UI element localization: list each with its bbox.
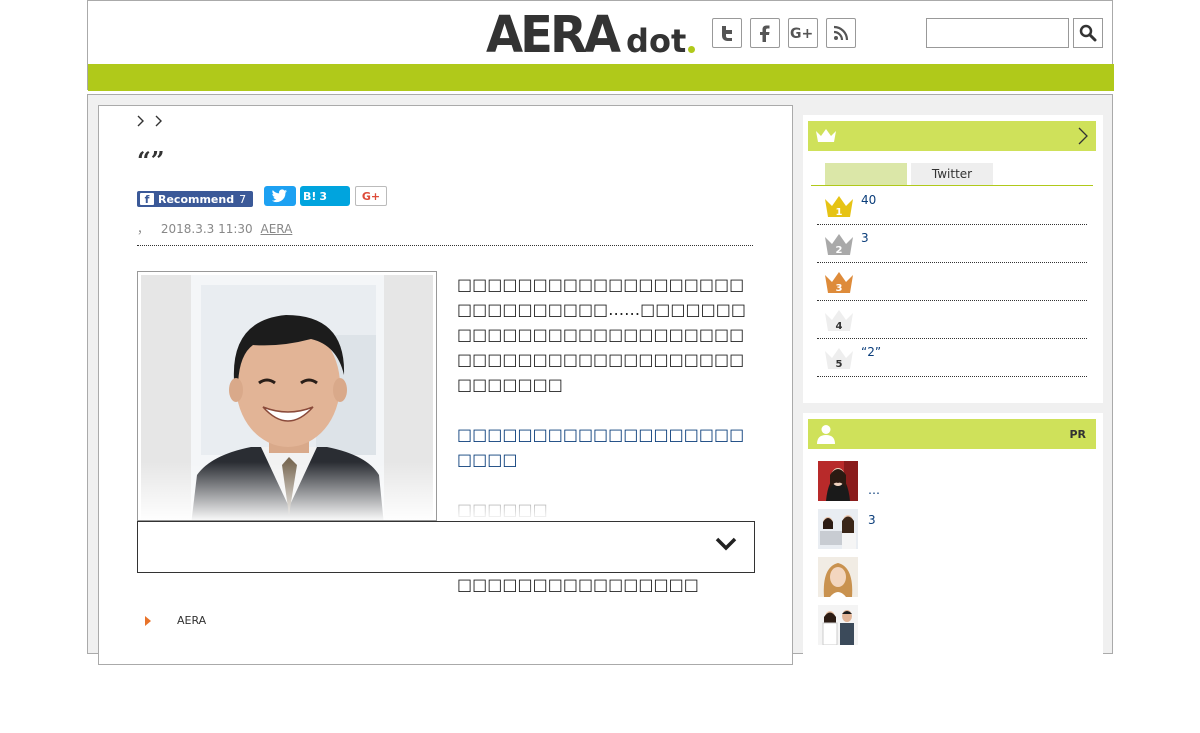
logo-dot-mark bbox=[688, 46, 696, 53]
ranking-item-title: “2” bbox=[861, 345, 882, 359]
pr-image bbox=[818, 461, 858, 501]
pr-image bbox=[818, 509, 858, 549]
tab-twitter-ranking[interactable]: Twitter bbox=[911, 163, 993, 185]
rss-button[interactable] bbox=[826, 18, 856, 48]
twitter-icon bbox=[722, 26, 732, 41]
facebook-recommend-button[interactable]: f Recommend 7 bbox=[137, 191, 253, 207]
svg-text:3: 3 bbox=[836, 283, 843, 294]
crown-icon: 5 bbox=[825, 348, 853, 370]
pr-header: PR bbox=[808, 419, 1096, 449]
page-frame: AERA dot G+ “” f Recommend 7 B! 3 G+ ， 2… bbox=[87, 0, 1114, 733]
pr-thumbnail[interactable] bbox=[818, 509, 858, 549]
person-icon bbox=[817, 425, 835, 444]
ranking-item[interactable]: 2 3 bbox=[817, 225, 1087, 263]
meta-prefix: ， bbox=[137, 222, 150, 236]
pr-image bbox=[818, 557, 858, 597]
tweet-button[interactable] bbox=[264, 186, 296, 206]
ranking-item[interactable]: 4 bbox=[817, 301, 1087, 339]
tab-access-ranking[interactable] bbox=[825, 163, 907, 185]
facebook-icon bbox=[760, 25, 770, 42]
crown-icon: 4 bbox=[825, 310, 853, 332]
logo-main-text: AERA bbox=[486, 5, 621, 65]
chevron-right-icon[interactable] bbox=[155, 115, 163, 127]
content-area: “” f Recommend 7 B! 3 G+ ， 2018.3.3 11:3… bbox=[87, 94, 1113, 733]
ranking-item[interactable]: 3 bbox=[817, 263, 1087, 301]
search-input[interactable] bbox=[926, 18, 1069, 48]
crown-icon bbox=[816, 129, 836, 142]
breadcrumb bbox=[137, 115, 163, 127]
article-paragraph: □□□□□□□□□□□□□□□□□□□□□□□□□□□□□……□□□□□□□□□… bbox=[457, 275, 746, 394]
pr-thumbnail[interactable] bbox=[818, 461, 858, 501]
svg-text:4: 4 bbox=[836, 321, 843, 332]
article-link-paragraph[interactable]: □□□□□□□□□□□□□□□□□□□□□□□ bbox=[457, 422, 757, 472]
google-plus-button[interactable]: G+ bbox=[788, 18, 818, 48]
silver-crown-icon: 2 bbox=[825, 234, 853, 256]
svg-text:5: 5 bbox=[836, 359, 843, 370]
hatena-bookmark-button[interactable]: B! 3 bbox=[300, 186, 350, 206]
publish-date: 2018.3.3 11:30 bbox=[160, 222, 253, 236]
pr-widget: PR … 3 bbox=[803, 413, 1103, 733]
article-title: “” bbox=[137, 146, 165, 175]
search-icon bbox=[1079, 24, 1097, 42]
rss-icon bbox=[833, 25, 849, 41]
facebook-recommend-label: Recommend bbox=[158, 192, 235, 206]
ranking-item-title: 3 bbox=[861, 231, 869, 245]
pr-item-title[interactable]: … bbox=[868, 483, 880, 497]
google-plus-share-button[interactable]: G+ bbox=[355, 186, 387, 206]
svg-text:G+: G+ bbox=[790, 26, 813, 41]
related-source-link[interactable]: AERA bbox=[145, 614, 206, 627]
facebook-button[interactable] bbox=[750, 18, 780, 48]
twitter-button[interactable] bbox=[712, 18, 742, 48]
pr-thumbnail[interactable] bbox=[818, 557, 858, 597]
site-header: AERA dot G+ bbox=[87, 0, 1114, 91]
chevron-down-icon bbox=[715, 537, 737, 551]
google-plus-icon: G+ bbox=[790, 26, 813, 41]
chevron-right-icon[interactable] bbox=[1078, 127, 1088, 145]
facebook-recommend-count: 7 bbox=[239, 192, 247, 206]
bronze-crown-icon: 3 bbox=[825, 272, 853, 294]
ranking-header bbox=[808, 121, 1096, 151]
related-source-label: AERA bbox=[177, 614, 207, 627]
source-link[interactable]: AERA bbox=[261, 222, 293, 236]
divider bbox=[137, 245, 753, 246]
hatena-bookmark-label: B! bbox=[303, 189, 317, 203]
pr-item-title[interactable]: 3 bbox=[868, 513, 876, 527]
article-photo bbox=[137, 271, 437, 521]
triangle-right-icon bbox=[145, 615, 151, 626]
pr-label: PR bbox=[1069, 428, 1086, 441]
ranking-item-title: 40 bbox=[861, 193, 877, 207]
header-accent-bar bbox=[88, 64, 1114, 91]
ranking-item[interactable]: 5 “2” bbox=[817, 339, 1087, 377]
article-panel: “” f Recommend 7 B! 3 G+ ， 2018.3.3 11:3… bbox=[98, 105, 793, 665]
search-button[interactable] bbox=[1073, 18, 1103, 48]
gold-crown-icon: 1 bbox=[825, 196, 853, 218]
svg-text:2: 2 bbox=[836, 245, 843, 256]
hatena-bookmark-count: 3 bbox=[319, 189, 328, 203]
site-logo[interactable]: AERA dot bbox=[486, 5, 696, 65]
ranking-widget: Twitter 1 40 2 3 3 4 5 “2” bbox=[803, 115, 1103, 403]
article-meta: ， 2018.3.3 11:30 AERA bbox=[137, 220, 292, 237]
pr-image bbox=[818, 605, 858, 645]
read-more-button[interactable] bbox=[137, 521, 755, 573]
pr-thumbnail[interactable] bbox=[818, 605, 858, 645]
ranking-item[interactable]: 1 40 bbox=[817, 187, 1087, 225]
twitter-bird-icon bbox=[272, 189, 287, 203]
svg-text:1: 1 bbox=[836, 207, 843, 218]
logo-sub-text: dot bbox=[626, 22, 687, 60]
chevron-right-icon[interactable] bbox=[137, 115, 145, 127]
facebook-icon: f bbox=[140, 193, 154, 206]
